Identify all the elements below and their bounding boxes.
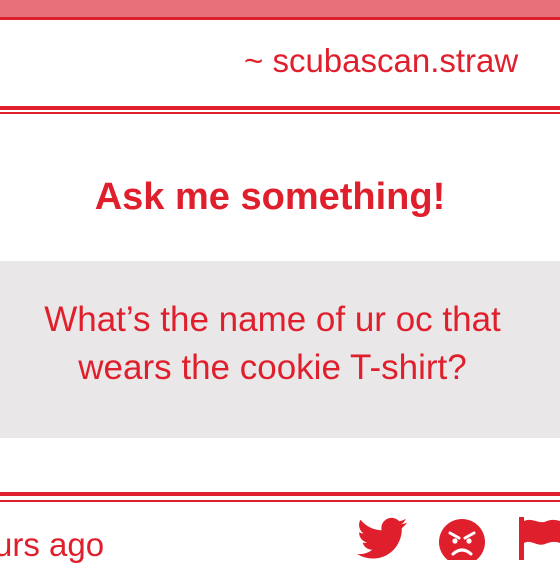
header-divider [0, 106, 560, 110]
footer-divider [0, 492, 560, 496]
flag-icon[interactable] [517, 517, 560, 560]
angry-face-icon[interactable] [437, 517, 487, 560]
footer-divider-thin [0, 500, 560, 502]
header-divider-thin [0, 112, 560, 114]
top-divider [0, 17, 560, 20]
site-url-link[interactable]: ~ scubascan.straw [244, 44, 518, 77]
twitter-icon[interactable] [357, 517, 407, 560]
timestamp: urs ago [0, 526, 105, 563]
question-text: What’s the name of ur oc that wears the … [44, 300, 501, 387]
ask-heading: Ask me something! [94, 176, 446, 218]
